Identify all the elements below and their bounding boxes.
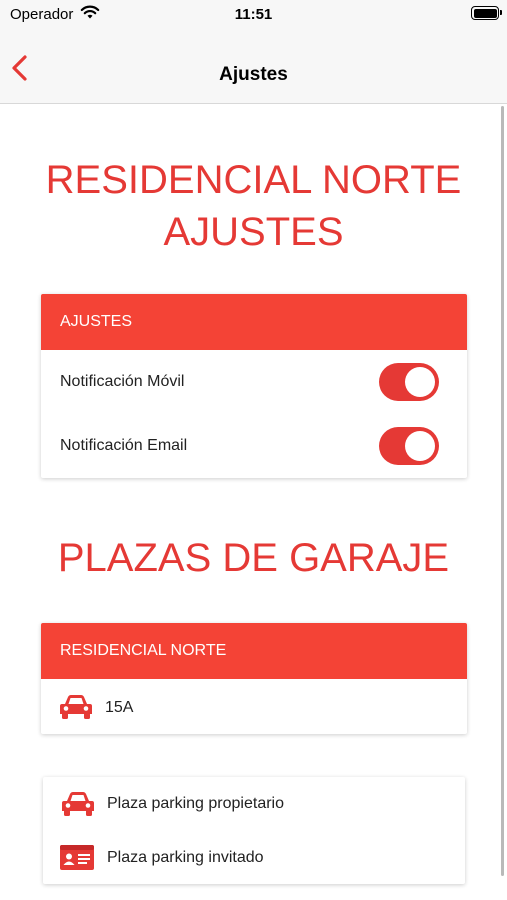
car-icon: [60, 695, 92, 719]
settings-card-title: AJUSTES: [60, 313, 133, 330]
parking-links-card: Plaza parking propietario Plaza parking …: [43, 777, 465, 884]
email-notification-toggle[interactable]: [379, 427, 439, 465]
toggle-knob: [405, 431, 435, 461]
garage-spot-label: 15A: [105, 699, 134, 716]
page-title: Ajustes: [219, 64, 288, 85]
owner-parking-label: Plaza parking propietario: [107, 795, 284, 812]
id-card-icon: [60, 845, 94, 870]
settings-heading-line1: RESIDENCIAL NORTE: [45, 158, 462, 202]
car-icon: [62, 792, 94, 816]
toggle-knob: [405, 367, 435, 397]
status-bar: Operador 11:51: [0, 0, 507, 30]
status-time: 11:51: [234, 6, 273, 23]
battery-icon: [471, 6, 502, 20]
garage-card: RESIDENCIAL NORTE 15A: [41, 623, 467, 734]
garage-card-header: RESIDENCIAL NORTE: [41, 623, 467, 679]
garage-heading: PLAZAS DE GARAJE: [57, 536, 450, 580]
guest-parking-label: Plaza parking invitado: [107, 849, 264, 866]
settings-heading: RESIDENCIAL NORTE AJUSTES: [0, 154, 507, 258]
garage-card-title: RESIDENCIAL NORTE: [60, 642, 227, 659]
email-notification-label: Notificación Email: [60, 437, 188, 454]
mobile-notification-label: Notificación Móvil: [60, 373, 185, 390]
navigation-bar: Ajustes: [0, 30, 507, 104]
settings-card-header: AJUSTES: [41, 294, 467, 350]
settings-card: AJUSTES Notificación Móvil Notificación …: [41, 294, 467, 478]
settings-heading-line2: AJUSTES: [163, 210, 344, 254]
mobile-notification-toggle[interactable]: [379, 363, 439, 401]
